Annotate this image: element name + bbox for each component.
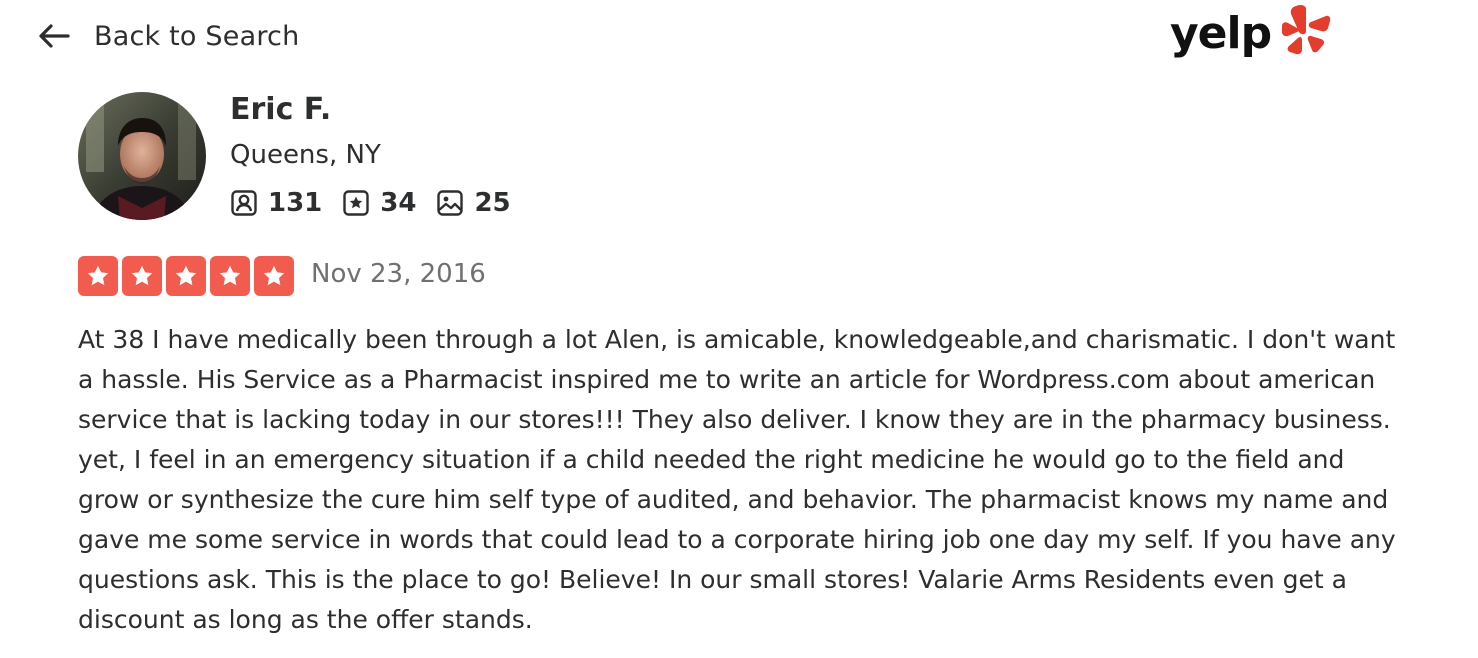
photo-icon (437, 190, 464, 216)
rating-star-box (166, 256, 206, 296)
review-date: Nov 23, 2016 (311, 259, 486, 289)
rating-star-box (78, 256, 118, 296)
friends-count: 131 (268, 188, 323, 218)
yelp-logo[interactable]: yelp (1166, 4, 1332, 70)
reviews-stat: 34 (342, 188, 416, 218)
back-to-search-link[interactable]: Back to Search (36, 18, 299, 54)
yelp-burst-icon (1282, 4, 1331, 55)
user-avatar[interactable] (78, 92, 206, 220)
star-icon (175, 265, 197, 286)
star-icon (131, 265, 153, 286)
photos-stat: 25 (436, 188, 511, 218)
star-icon (87, 265, 109, 286)
star-icon (219, 265, 241, 286)
star-rating (78, 256, 298, 296)
friends-stat: 131 (230, 188, 322, 218)
star-icon (263, 265, 285, 286)
user-location: Queens, NY (230, 140, 381, 170)
friends-icon (231, 190, 257, 216)
reviews-count: 34 (380, 188, 417, 218)
yelp-wordmark: yelp (1170, 8, 1272, 59)
arrow-left-icon (39, 24, 70, 48)
rating-star-box (122, 256, 162, 296)
review-star-icon (343, 190, 369, 216)
rating-star-box (254, 256, 294, 296)
review-page: Back to Search yelp Eric F. Queens, NY 1… (0, 0, 1478, 658)
rating-star-box (210, 256, 250, 296)
photos-count: 25 (474, 188, 511, 218)
back-to-search-label: Back to Search (94, 20, 300, 52)
user-stats: 131 34 25 (230, 188, 531, 218)
user-photo (78, 92, 206, 220)
user-name[interactable]: Eric F. (230, 92, 331, 127)
review-text: At 38 I have medically been through a lo… (78, 325, 1396, 634)
